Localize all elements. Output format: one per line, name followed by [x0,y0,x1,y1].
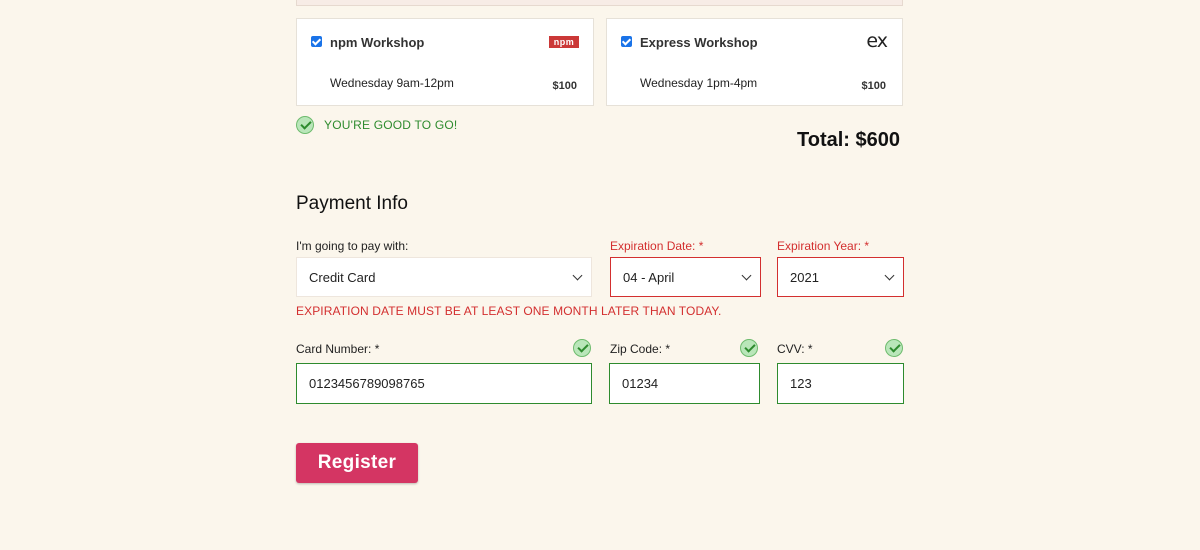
check-circle-icon [296,116,314,134]
expiration-year-value: 2021 [790,269,819,285]
payment-info-heading: Payment Info [296,193,408,214]
cvv-value: 123 [790,376,812,391]
total-amount: Total: $600 [797,129,900,151]
npm-workshop-checkbox[interactable] [311,36,322,47]
workshop-time: Wednesday 1pm-4pm [640,76,758,90]
workshop-card-express[interactable]: Express Workshop ex Wednesday 1pm-4pm $1… [606,18,903,106]
zip-code-input[interactable]: 01234 [609,363,760,404]
express-logo-icon: ex [866,30,888,52]
workshop-time: Wednesday 9am-12pm [330,76,454,90]
zip-code-value: 01234 [622,376,659,391]
npm-logo-icon: npm [549,36,579,48]
cvv-label: CVV: * [777,342,813,356]
expiration-year-label: Expiration Year: * [777,239,870,253]
expiration-date-select[interactable]: 04 - April [610,257,761,297]
card-number-input[interactable]: 0123456789098765 [296,363,592,404]
status-text: YOU'RE GOOD TO GO! [324,118,458,132]
previous-section-edge [296,0,903,6]
cvv-valid-icon [885,339,903,357]
card-number-label: Card Number: * [296,342,380,356]
workshop-name: npm Workshop [330,35,425,50]
good-to-go-status: YOU'RE GOOD TO GO! [296,116,457,134]
card-number-value: 0123456789098765 [309,376,425,391]
cvv-input[interactable]: 123 [777,363,904,404]
card-number-valid-icon [573,339,591,357]
chevron-down-icon [741,270,752,281]
expiration-error-message: EXPIRATION DATE MUST BE AT LEAST ONE MON… [296,304,722,318]
workshop-name: Express Workshop [640,35,758,50]
workshop-price: $100 [552,80,577,92]
chevron-down-icon [572,270,583,281]
register-button[interactable]: Register [296,443,418,483]
expiration-date-value: 04 - April [623,269,675,285]
payment-method-select[interactable]: Credit Card [296,257,592,297]
chevron-down-icon [884,270,895,281]
payment-method-value: Credit Card [309,269,376,285]
workshop-price: $100 [861,80,886,92]
workshop-card-npm[interactable]: npm Workshop npm Wednesday 9am-12pm $100 [296,18,594,106]
zip-code-valid-icon [740,339,758,357]
express-workshop-checkbox[interactable] [621,36,632,47]
expiration-date-label: Expiration Date: * [610,239,704,253]
payment-method-label: I'm going to pay with: [296,239,409,253]
expiration-year-select[interactable]: 2021 [777,257,904,297]
zip-code-label: Zip Code: * [610,342,671,356]
